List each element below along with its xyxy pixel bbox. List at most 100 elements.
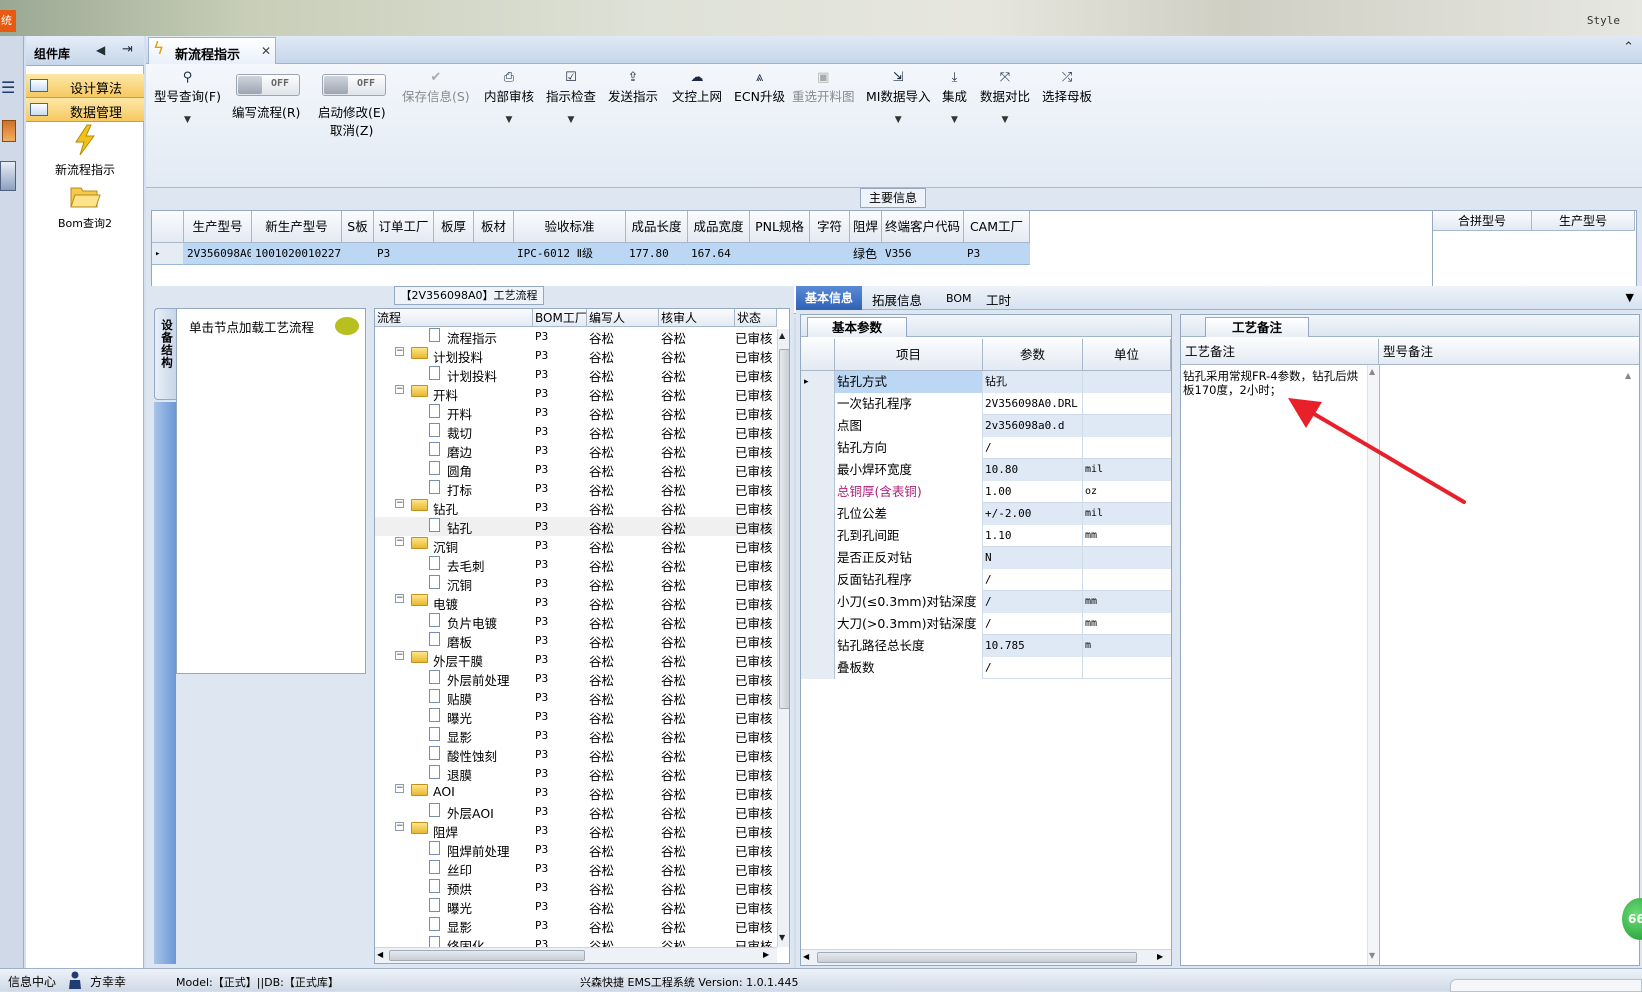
param-row[interactable]: 大刀(>0.3mm)对钻深度 / mm — [801, 613, 1171, 635]
cancel-button[interactable]: 取消(Z) — [330, 120, 373, 139]
param-row[interactable]: 钻孔方向 / — [801, 437, 1171, 459]
tree-row[interactable]: 圆角 P3 谷松 谷松 已审核 — [375, 460, 775, 479]
tree-row[interactable]: 曝光 P3 谷松 谷松 已审核 — [375, 707, 775, 726]
table-cell[interactable]: 绿色 — [850, 243, 882, 265]
tree-row[interactable]: 沉铜 P3 谷松 谷松 已审核 — [375, 574, 775, 593]
table-cell[interactable] — [342, 243, 374, 265]
table-cell[interactable]: V356 — [882, 243, 964, 265]
chevron-down-icon[interactable]: ▼ — [484, 115, 534, 125]
expand-toggle-icon[interactable]: − — [395, 784, 404, 793]
chevron-down-icon[interactable]: ▼ — [1626, 291, 1634, 304]
select-master-button[interactable]: ⤮ 选择母板 — [1042, 70, 1092, 105]
param-value[interactable]: 1.10 — [983, 525, 1083, 547]
param-value[interactable]: / — [983, 657, 1083, 679]
table-cell[interactable] — [434, 243, 474, 265]
tree-row[interactable]: − 开料 P3 谷松 谷松 已审核 — [375, 384, 775, 403]
table-cell[interactable] — [750, 243, 810, 265]
scroll-up-icon[interactable]: ▲ — [1625, 371, 1631, 380]
tab-bom[interactable]: BOM — [946, 292, 972, 305]
tab-extended-info[interactable]: 拓展信息 — [872, 290, 922, 309]
param-row[interactable]: 钻孔路径总长度 10.785 m — [801, 635, 1171, 657]
tab-basic-params[interactable]: 基本参数 — [807, 317, 907, 337]
ecn-upgrade-button[interactable]: ⩓ ECN升级 — [734, 70, 785, 105]
row-indicator[interactable]: ▸ — [152, 243, 184, 265]
tree-row[interactable]: 显影 P3 谷松 谷松 已审核 — [375, 726, 775, 745]
param-row[interactable]: 是否正反对钻 N — [801, 547, 1171, 569]
table-cell[interactable]: IPC-6012 Ⅱ级 — [514, 243, 626, 265]
expand-toggle-icon[interactable]: − — [395, 594, 404, 603]
tree-row[interactable]: − 电镀 P3 谷松 谷松 已审核 — [375, 593, 775, 612]
scroll-down-icon[interactable]: ▼ — [779, 933, 785, 942]
tree-row[interactable]: 曝光 P3 谷松 谷松 已审核 — [375, 897, 775, 916]
style-menu[interactable]: Style — [1587, 14, 1620, 27]
expand-toggle-icon[interactable]: − — [395, 822, 404, 831]
param-value[interactable]: 1.00 — [983, 481, 1083, 503]
horizontal-scrollbar[interactable]: ◀ ▶ — [801, 949, 1171, 965]
param-value[interactable]: 2v356098a0.d — [983, 415, 1083, 437]
integrate-button[interactable]: ⤓ 集成 ▼ — [942, 70, 967, 125]
expand-toggle-icon[interactable]: − — [395, 499, 404, 508]
tree-row[interactable]: 去毛刺 P3 谷松 谷松 已审核 — [375, 555, 775, 574]
menu-icon[interactable]: ☰ — [1, 78, 15, 97]
enable-modify-toggle[interactable]: OFF — [322, 74, 386, 96]
tree-row[interactable]: 裁切 P3 谷松 谷松 已审核 — [375, 422, 775, 441]
table-cell[interactable]: 10010200102279 — [252, 243, 342, 265]
chevron-down-icon[interactable]: ▼ — [866, 115, 930, 125]
expand-toggle-icon[interactable]: − — [395, 347, 404, 356]
tab-process-notes[interactable]: 工艺备注 — [1205, 317, 1309, 337]
tab-equipment-structure[interactable]: 设备结构 — [154, 308, 176, 400]
instruction-check-button[interactable]: ☑ 指示检查 ▼ — [546, 70, 596, 125]
scroll-up-icon[interactable]: ▲ — [1369, 367, 1375, 376]
scroll-up-icon[interactable]: ▲ — [779, 331, 785, 340]
table-cell[interactable] — [474, 243, 514, 265]
tab-new-flow-instruction[interactable]: ϟ 新流程指示 ✕ — [148, 37, 276, 65]
param-value[interactable]: 钻孔 — [983, 371, 1083, 393]
param-row[interactable]: 一次钻孔程序 2V356098A0.DRL — [801, 393, 1171, 415]
tree-row[interactable]: − 计划投料 P3 谷松 谷松 已审核 — [375, 346, 775, 365]
tree-row[interactable]: 预烘 P3 谷松 谷松 已审核 — [375, 878, 775, 897]
send-instruction-button[interactable]: ⇪ 发送指示 — [608, 70, 658, 105]
collapse-left-icon[interactable]: ◀ — [96, 43, 105, 57]
text-control-online-button[interactable]: ☁ 文控上网 — [672, 70, 722, 105]
param-row[interactable]: 最小焊环宽度 10.80 mil — [801, 459, 1171, 481]
tree-row[interactable]: 酸性蚀刻 P3 谷松 谷松 已审核 — [375, 745, 775, 764]
internal-review-button[interactable]: ⎙ 内部审核 ▼ — [484, 70, 534, 125]
vertical-scrollbar[interactable]: ▲ ▼ — [777, 329, 789, 947]
param-row[interactable]: 叠板数 / — [801, 657, 1171, 679]
param-value[interactable]: 10.785 — [983, 635, 1083, 657]
tree-row[interactable]: − 钻孔 P3 谷松 谷松 已审核 — [375, 498, 775, 517]
close-icon[interactable]: ✕ — [261, 44, 271, 58]
expand-toggle-icon[interactable]: − — [395, 385, 404, 394]
tree-row[interactable]: 流程指示 P3 谷松 谷松 已审核 — [375, 327, 775, 346]
tree-row[interactable]: 打标 P3 谷松 谷松 已审核 — [375, 479, 775, 498]
tree-row[interactable]: − 阻焊 P3 谷松 谷松 已审核 — [375, 821, 775, 840]
chevron-down-icon[interactable]: ▼ — [942, 115, 967, 125]
param-value[interactable]: / — [983, 569, 1083, 591]
chevron-down-icon[interactable]: ▼ — [980, 115, 1030, 125]
scrollbar-thumb[interactable] — [779, 349, 789, 709]
write-flow-toggle[interactable]: OFF — [236, 74, 300, 96]
chevron-down-icon[interactable]: ▼ — [154, 115, 221, 125]
param-value[interactable]: / — [983, 613, 1083, 635]
tree-row[interactable]: 磨边 P3 谷松 谷松 已审核 — [375, 441, 775, 460]
param-row[interactable]: ▸ 钻孔方式 钻孔 — [801, 371, 1171, 393]
library-category-design-algorithm[interactable]: 设计算法 — [26, 74, 144, 98]
table-cell[interactable]: P3 — [374, 243, 434, 265]
library-item-bom-query[interactable]: Bom查询2 — [26, 184, 144, 231]
info-center-link[interactable]: 信息中心 — [8, 973, 56, 990]
table-cell[interactable]: 177.80 — [626, 243, 688, 265]
chevron-up-icon[interactable]: ⌃ — [1623, 40, 1634, 55]
scroll-left-icon[interactable]: ◀ — [803, 952, 809, 961]
app-tool-icon[interactable] — [2, 120, 16, 142]
save-info-button[interactable]: ✔ 保存信息(S) — [402, 70, 470, 105]
tree-row[interactable]: 磨板 P3 谷松 谷松 已审核 — [375, 631, 775, 650]
param-value[interactable]: 10.80 — [983, 459, 1083, 481]
data-compare-button[interactable]: ⤧ 数据对比 ▼ — [980, 70, 1030, 125]
table-cell[interactable]: P3 — [964, 243, 1030, 265]
tab-work-hours[interactable]: 工时 — [986, 290, 1011, 309]
pin-icon[interactable]: ⇥ — [122, 42, 133, 57]
model-query-button[interactable]: ⚲ 型号查询(F) ▼ — [154, 70, 221, 125]
param-value[interactable]: / — [983, 437, 1083, 459]
tree-row[interactable]: 开料 P3 谷松 谷松 已审核 — [375, 403, 775, 422]
param-row[interactable]: 孔到孔间距 1.10 mm — [801, 525, 1171, 547]
